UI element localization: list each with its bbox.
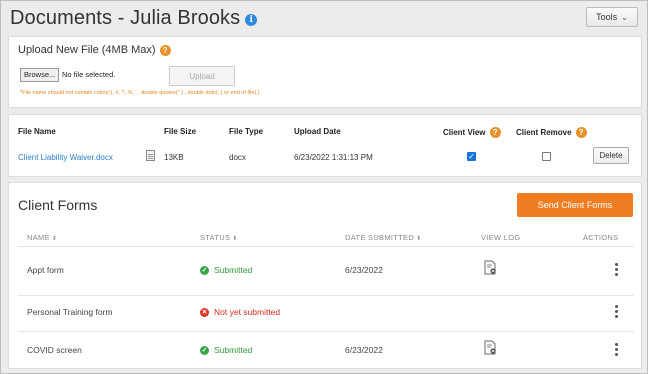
help-icon[interactable]: ? — [575, 127, 587, 138]
header-client-remove: Client Remove ? — [516, 127, 587, 138]
status-badge: ✓ Submitted — [200, 345, 252, 355]
row-actions-menu[interactable] — [615, 263, 619, 278]
column-actions: ACTIONS — [583, 233, 619, 242]
sort-icon: ⬍ — [51, 236, 58, 242]
header-client-view-label: Client View — [443, 128, 486, 137]
info-icon[interactable]: i — [245, 14, 258, 26]
tools-button[interactable]: Tools ⌄ — [586, 7, 638, 27]
file-type: docx — [229, 153, 246, 162]
files-panel: File Name File Size File Type Upload Dat… — [8, 114, 642, 177]
header-file-name: File Name — [18, 127, 56, 136]
divider — [18, 246, 634, 247]
client-forms-panel: Client Forms Send Client Forms NAME ⬍ STA… — [8, 182, 642, 369]
column-status-label: STATUS — [200, 233, 231, 242]
column-view-log: VIEW LOG — [481, 233, 521, 242]
sort-icon: ⬍ — [416, 236, 422, 242]
column-status[interactable]: STATUS ⬍ — [200, 233, 238, 242]
client-remove-checkbox[interactable] — [542, 152, 551, 161]
status-text: Not yet submitted — [214, 307, 281, 317]
column-date-submitted[interactable]: DATE SUBMITTED ⬍ — [345, 233, 421, 242]
status-badge: ✕ Not yet submitted — [200, 307, 280, 317]
date-submitted: 6/23/2022 — [345, 265, 383, 275]
upload-button[interactable]: Upload — [169, 66, 235, 86]
status-badge: ✓ Submitted — [200, 265, 252, 275]
column-date-label: DATE SUBMITTED — [345, 233, 415, 242]
browse-button[interactable]: Browse... — [20, 68, 60, 82]
delete-button[interactable]: Delete — [593, 147, 629, 164]
document-icon — [146, 150, 155, 161]
client-forms-title: Client Forms — [18, 197, 98, 213]
check-circle-icon: ✓ — [200, 265, 209, 275]
sort-icon: ⬍ — [232, 236, 238, 242]
header-client-remove-label: Client Remove — [516, 128, 572, 137]
upload-heading: Upload New File (4MB Max) ? — [18, 44, 171, 56]
view-log-icon[interactable] — [484, 340, 497, 355]
column-name-label: NAME — [27, 233, 50, 242]
tools-button-label: Tools — [596, 12, 618, 22]
header-client-view: Client View ? — [443, 127, 501, 138]
no-file-text: No file selected. — [62, 70, 116, 79]
status-text: Submitted — [214, 345, 253, 355]
check-circle-icon: ✓ — [200, 345, 209, 355]
help-icon[interactable]: ? — [159, 44, 171, 56]
form-name: Appt form — [27, 265, 64, 275]
form-name: Personal Training form — [27, 307, 113, 317]
file-size: 13KB — [164, 153, 184, 162]
upload-note: *File name should not contain colon(:), … — [20, 90, 260, 96]
upload-heading-text: Upload New File (4MB Max) — [18, 44, 156, 56]
row-actions-menu[interactable] — [615, 343, 619, 358]
divider — [18, 331, 634, 332]
x-circle-icon: ✕ — [200, 307, 209, 317]
header-file-type: File Type — [229, 127, 264, 136]
header-file-size: File Size — [164, 127, 197, 136]
view-log-icon[interactable] — [484, 260, 497, 275]
header-upload-date: Upload Date — [294, 127, 341, 136]
form-name: COVID screen — [27, 345, 82, 355]
client-view-checkbox[interactable]: ✓ — [467, 152, 476, 161]
column-name[interactable]: NAME ⬍ — [27, 233, 57, 242]
page-header: Documents - Julia Brooks i — [10, 7, 258, 30]
divider — [18, 295, 634, 296]
send-client-forms-button[interactable]: Send Client Forms — [517, 193, 633, 217]
upload-panel: Upload New File (4MB Max) ? Browse... No… — [8, 36, 642, 108]
chevron-down-icon: ⌄ — [621, 12, 628, 22]
file-name-link[interactable]: Client Liability Waiver.docx — [18, 153, 113, 162]
status-text: Submitted — [214, 265, 253, 275]
upload-date: 6/23/2022 1:31:13 PM — [294, 153, 373, 162]
help-icon[interactable]: ? — [489, 127, 501, 138]
page-title: Documents - Julia Brooks — [10, 7, 241, 29]
row-actions-menu[interactable] — [615, 305, 619, 320]
date-submitted: 6/23/2022 — [345, 345, 383, 355]
